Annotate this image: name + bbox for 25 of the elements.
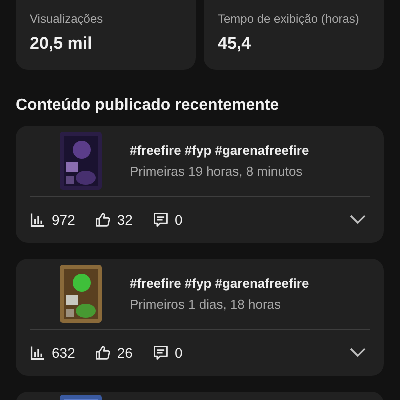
section-title: Conteúdo publicado recentemente	[16, 96, 280, 116]
comment-count: 0	[174, 345, 183, 361]
post-card[interactable]: #freefire #fyp #garenafreefire Primeiros 1 dias, 18 horas 632 26 0	[16, 259, 384, 376]
comment-count: 0	[174, 212, 183, 228]
post-age: Primeiras 19 horas, 8 minutos	[130, 164, 304, 179]
like-count: 32	[117, 212, 133, 228]
like-count: 26	[117, 345, 133, 361]
comment-icon	[152, 345, 169, 361]
view-count: 632	[52, 345, 76, 361]
thumbs-up-icon	[95, 345, 112, 361]
post-age: Primeiros 1 dias, 18 horas	[130, 297, 282, 312]
view-count: 972	[52, 212, 76, 228]
post-title: #freefire #fyp #garenafreefire	[130, 276, 310, 291]
post-card[interactable]: #freefire #fyp #garenafreefire Primeiras 19 horas, 8 minutos 972 32 0	[16, 126, 384, 243]
comment-icon	[152, 212, 169, 228]
stat-value: 45,4	[218, 34, 252, 54]
stat-label: Tempo de exibição (horas)	[218, 12, 360, 26]
bar-chart-icon	[30, 345, 46, 361]
chevron-down-icon[interactable]	[350, 215, 366, 225]
chevron-down-icon[interactable]	[350, 348, 366, 358]
thumbs-up-icon	[95, 212, 112, 228]
post-title: #freefire #fyp #garenafreefire	[130, 143, 310, 158]
stat-value: 20,5 mil	[30, 34, 94, 54]
stat-label: Visualizações	[30, 12, 104, 26]
bar-chart-icon	[30, 212, 46, 228]
